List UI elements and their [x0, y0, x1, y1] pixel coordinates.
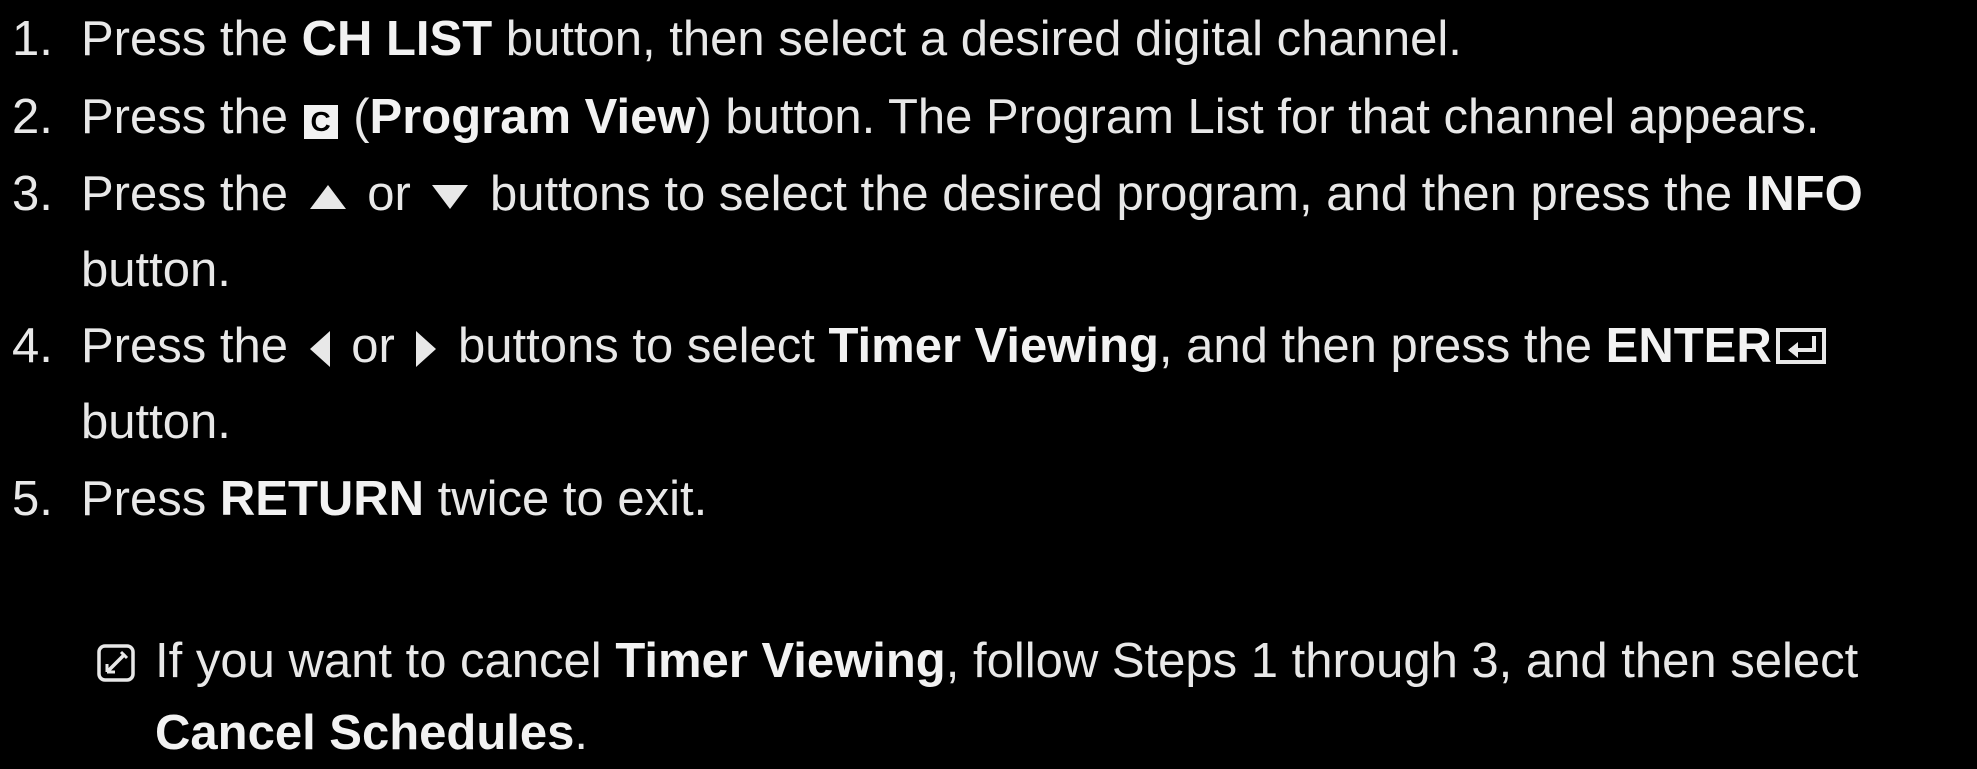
note-text: If you want to cancel Timer Viewing, fol…: [155, 634, 1859, 688]
right-arrow-icon: [416, 331, 437, 368]
step-text: Press the CH LIST button, then select a …: [81, 12, 1462, 66]
step-4: 4. Press the or buttons to select Timer …: [0, 308, 1977, 460]
timer-viewing-label: Timer Viewing: [615, 634, 946, 688]
note-icon: [97, 644, 135, 682]
step-text: Press the or buttons to select the desir…: [81, 167, 1863, 221]
return-label: RETURN: [219, 472, 425, 526]
up-arrow-icon: [309, 185, 346, 210]
step-3: 3. Press the or buttons to select the de…: [0, 156, 1977, 308]
step-text: Press the C (Program View) button. The P…: [81, 90, 1820, 144]
step-text-continued: button.: [81, 243, 231, 297]
cancel-schedules-label: Cancel Schedules: [155, 706, 575, 760]
step-2: 2. Press the C (Program View) button. Th…: [0, 78, 1977, 156]
program-view-label: Program View: [369, 90, 696, 144]
step-number: 5.: [12, 472, 53, 526]
enter-label: ENTER: [1605, 319, 1772, 373]
left-arrow-icon: [309, 331, 330, 368]
c-button-icon: C: [303, 105, 338, 139]
ch-list-label: CH LIST: [301, 12, 493, 66]
note: If you want to cancel Timer Viewing, fol…: [0, 625, 1858, 769]
step-number: 2.: [12, 90, 53, 144]
instruction-steps: 1. Press the CH LIST button, then select…: [0, 0, 1977, 538]
step-text: Press the or buttons to select Timer Vie…: [81, 308, 1977, 384]
step-1: 1. Press the CH LIST button, then select…: [0, 0, 1977, 78]
down-arrow-icon: [432, 185, 469, 210]
step-text: Press RETURN twice to exit.: [81, 472, 708, 526]
step-number: 1.: [12, 12, 53, 66]
info-label: INFO: [1745, 167, 1863, 221]
step-5: 5. Press RETURN twice to exit.: [0, 460, 1977, 538]
step-number: 3.: [12, 167, 53, 221]
timer-viewing-label: Timer Viewing: [828, 319, 1159, 373]
note-text-continued: Cancel Schedules.: [155, 706, 589, 760]
enter-icon: [1775, 328, 1826, 364]
step-number: 4.: [12, 319, 53, 373]
step-text-continued: button.: [81, 395, 231, 449]
